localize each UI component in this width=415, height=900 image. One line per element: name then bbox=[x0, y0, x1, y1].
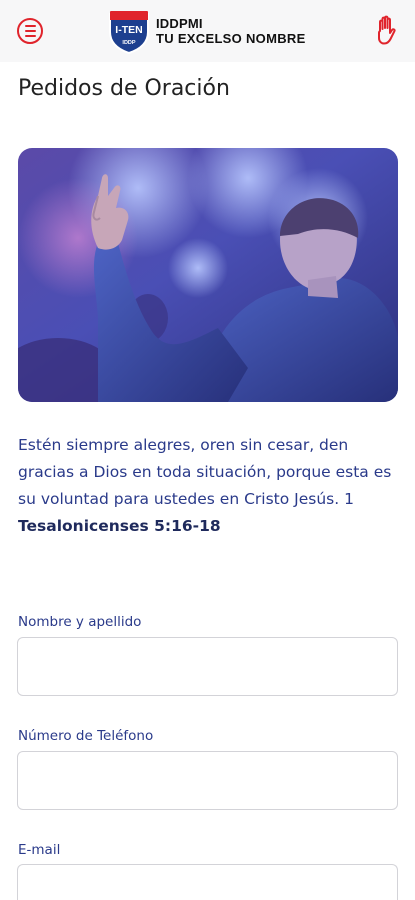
menu-icon-bar bbox=[24, 30, 36, 32]
menu-icon-bar bbox=[24, 25, 36, 27]
logo-subtext: IDDP bbox=[122, 40, 135, 46]
page-title: Pedidos de Oración bbox=[18, 76, 230, 101]
worship-photo bbox=[18, 148, 398, 402]
brand-line1: IDDPMI bbox=[156, 16, 203, 31]
name-label: Nombre y apellido bbox=[18, 614, 142, 630]
brand-line2: TU EXCELSO NOMBRE bbox=[156, 31, 306, 46]
bible-verse: Estén siempre alegres, oren sin cesar, d… bbox=[18, 432, 403, 540]
verse-text: Estén siempre alegres, oren sin cesar, d… bbox=[18, 436, 392, 508]
logo-text: I-TEN bbox=[115, 24, 142, 36]
phone-field[interactable] bbox=[17, 751, 398, 810]
phone-label: Número de Teléfono bbox=[18, 728, 154, 744]
menu-button[interactable] bbox=[17, 18, 43, 44]
church-logo: I-TEN IDDP bbox=[109, 11, 149, 54]
verse-reference: Tesalonicenses 5:16-18 bbox=[18, 517, 221, 535]
raised-hand-icon[interactable] bbox=[372, 14, 400, 46]
email-label: E-mail bbox=[18, 842, 61, 858]
brand-name: IDDPMI TU EXCELSO NOMBRE bbox=[156, 16, 306, 47]
app-header: I-TEN IDDP IDDPMI TU EXCELSO NOMBRE bbox=[0, 0, 415, 62]
menu-icon-bar bbox=[24, 35, 36, 37]
name-field[interactable] bbox=[17, 637, 398, 696]
email-field[interactable] bbox=[17, 864, 398, 900]
